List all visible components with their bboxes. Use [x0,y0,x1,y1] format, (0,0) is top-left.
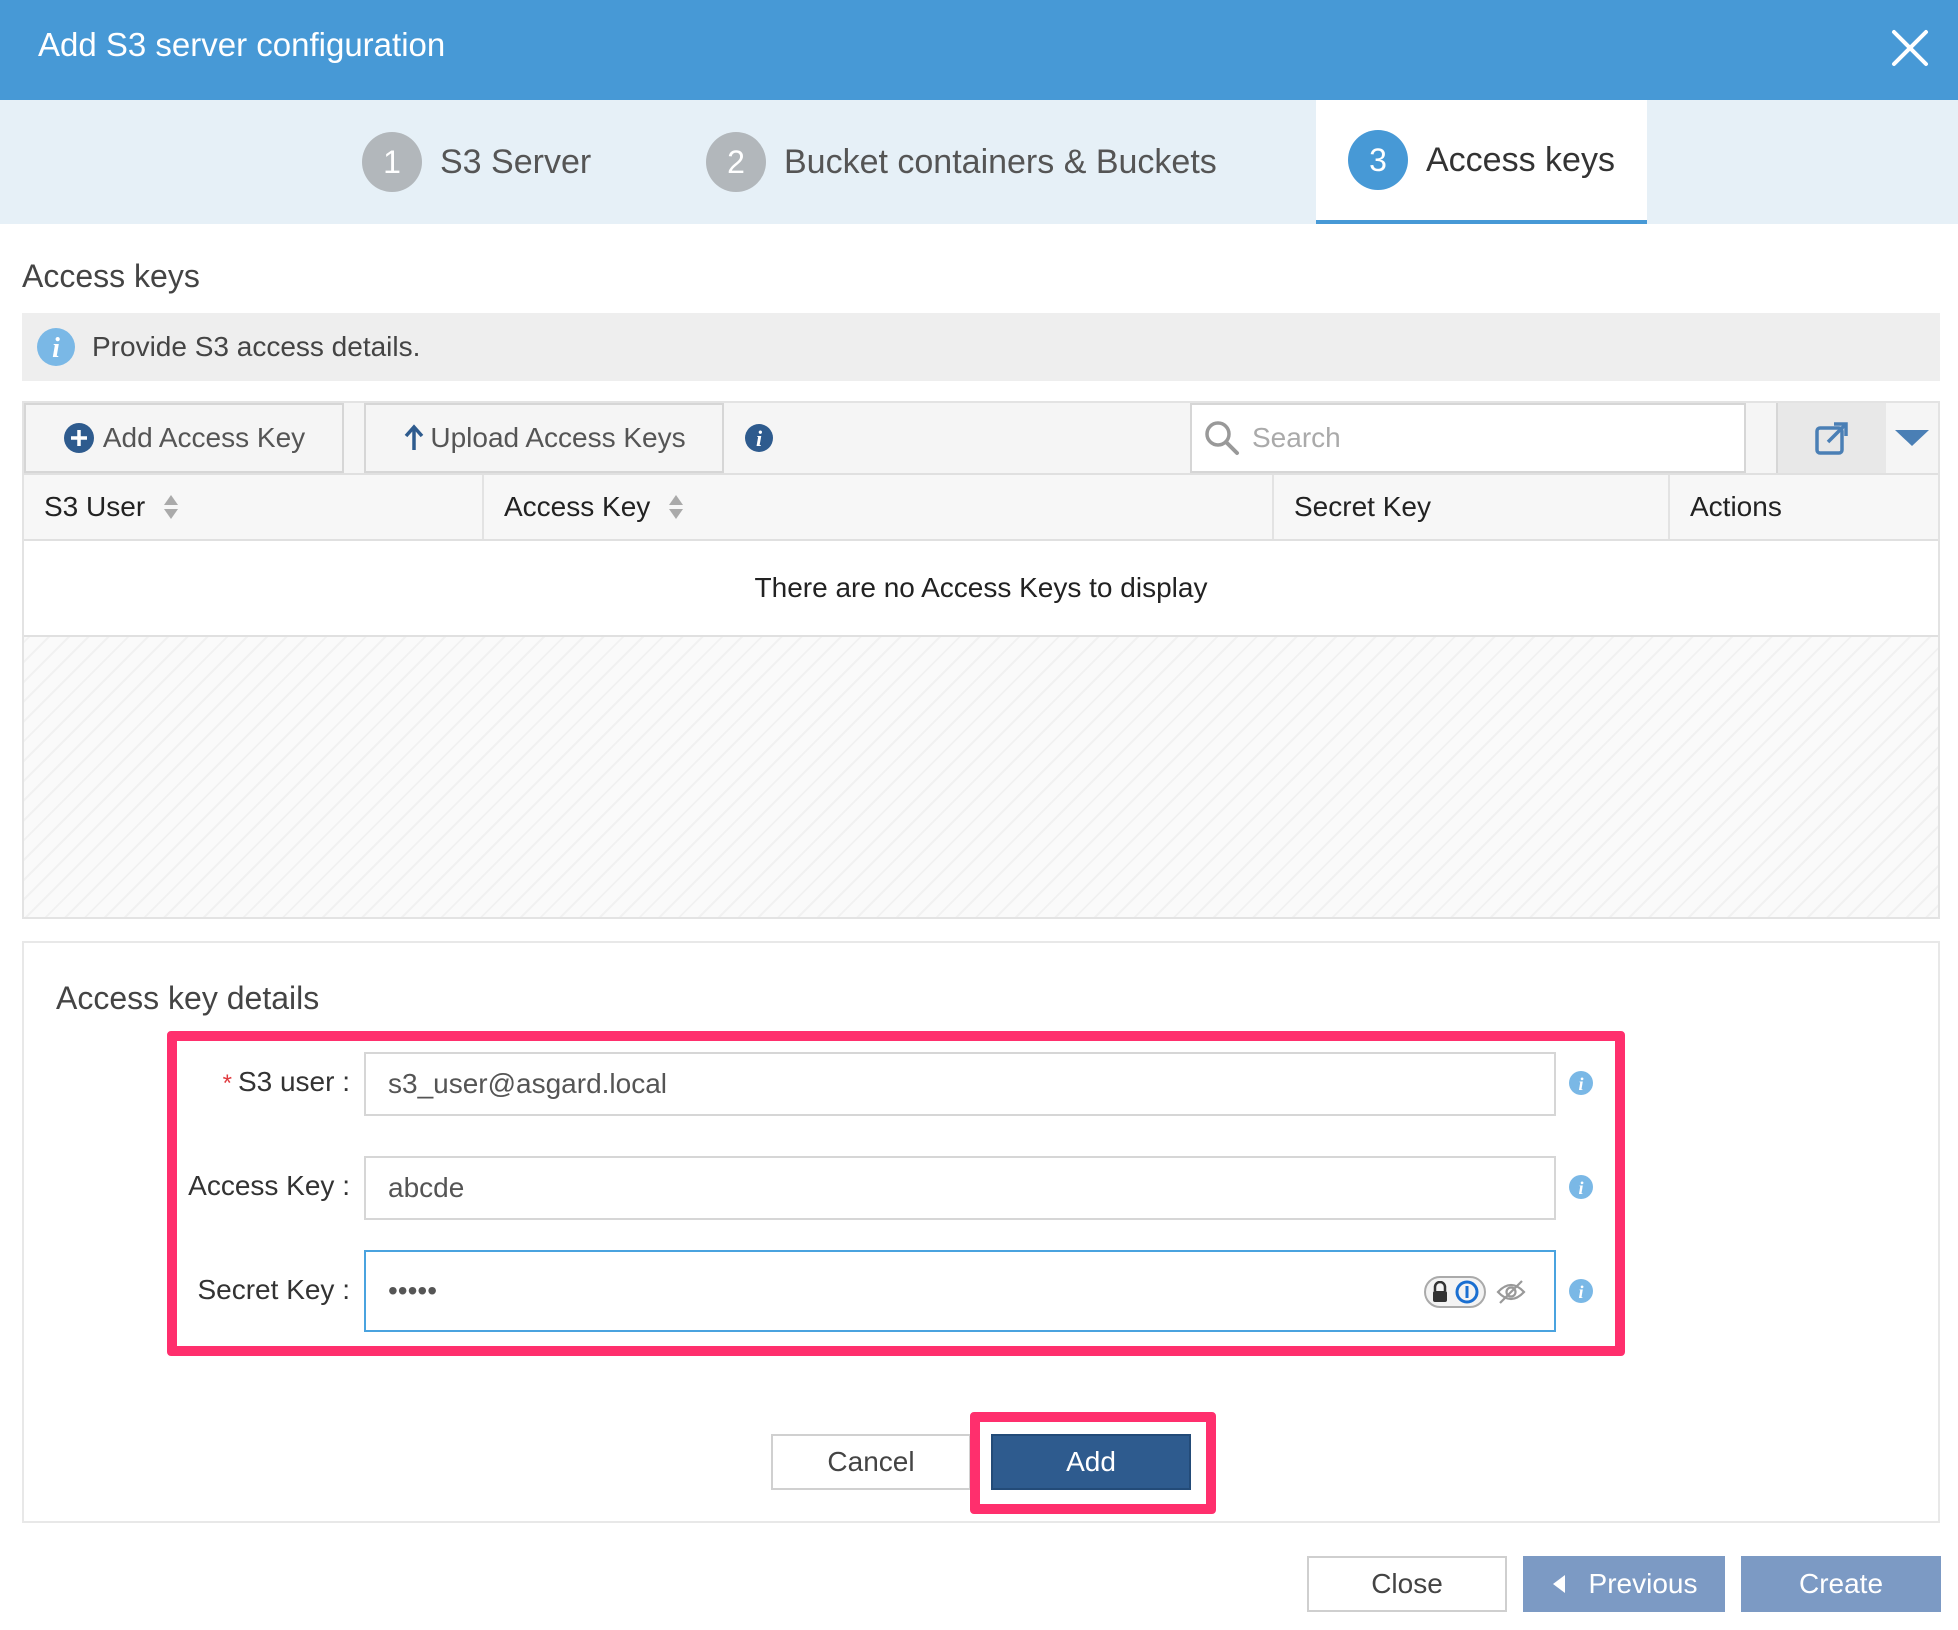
dialog-titlebar: Add S3 server configuration [0,0,1958,100]
step-number: 2 [706,132,766,192]
search-box[interactable] [1190,403,1746,473]
column-header-label: S3 User [44,491,146,522]
search-input[interactable] [1252,422,1732,454]
column-header-access-key[interactable]: Access Key [484,475,1274,539]
column-header-actions: Actions [1670,475,1938,539]
export-button[interactable] [1776,403,1886,473]
step-label: S3 Server [440,142,592,181]
close-icon[interactable] [1884,22,1936,74]
step-bucket-containers[interactable]: 2 Bucket containers & Buckets [706,100,1217,224]
step-label: Access keys [1426,140,1615,179]
wizard-steps: 1 S3 Server 2 Bucket containers & Bucket… [0,100,1958,224]
close-button[interactable]: Close [1307,1556,1507,1612]
table-header: S3 User Access Key Secret Key Actions [24,475,1938,541]
plus-circle-icon [63,423,94,453]
upload-arrow-icon [405,424,424,450]
search-icon [1205,421,1239,455]
grid-toolbar: Add Access Key Upload Access Keys i [24,403,1938,475]
info-bar: i Provide S3 access details. [22,313,1940,381]
table-empty-message: There are no Access Keys to display [24,541,1938,637]
create-button[interactable]: Create [1741,1556,1941,1612]
step-number: 1 [362,132,422,192]
column-header-label: Secret Key [1294,491,1431,522]
fields-highlight-box [167,1031,1625,1356]
section-title-access-key-details: Access key details [56,980,320,1016]
step-label: Bucket containers & Buckets [784,142,1217,181]
step-s3-server[interactable]: 1 S3 Server [362,100,591,224]
svg-text:i: i [756,426,763,451]
upload-info-icon[interactable]: i [744,423,774,453]
upload-access-keys-label: Upload Access Keys [430,422,686,453]
info-icon: i [37,328,75,366]
sort-icon [164,495,179,519]
previous-button[interactable]: Previous [1523,1556,1725,1612]
cancel-button[interactable]: Cancel [771,1434,971,1490]
step-number: 3 [1348,130,1408,190]
svg-text:i: i [52,333,60,364]
upload-access-keys-button[interactable]: Upload Access Keys [364,403,724,473]
sort-icon [669,495,684,519]
add-button-highlight-box [970,1412,1216,1514]
dialog-title: Add S3 server configuration [38,26,446,63]
caret-left-icon [1552,1575,1565,1593]
grid-menu-button[interactable] [1886,403,1938,473]
access-keys-grid: Add Access Key Upload Access Keys i Sear… [22,401,1940,919]
chevron-down-icon [1895,430,1929,446]
step-access-keys[interactable]: 3 Access keys [1316,100,1647,224]
info-text: Provide S3 access details. [92,331,421,362]
column-header-s3-user[interactable]: S3 User [24,475,484,539]
column-header-label: Access Key [504,491,651,522]
add-access-key-label: Add Access Key [102,422,306,453]
column-header-label: Actions [1690,491,1782,522]
external-link-icon [1815,422,1848,455]
section-title-access-keys: Access keys [22,258,200,294]
column-header-secret-key: Secret Key [1274,475,1670,539]
previous-label: Previous [1588,1568,1698,1599]
add-access-key-button[interactable]: Add Access Key [24,403,344,473]
